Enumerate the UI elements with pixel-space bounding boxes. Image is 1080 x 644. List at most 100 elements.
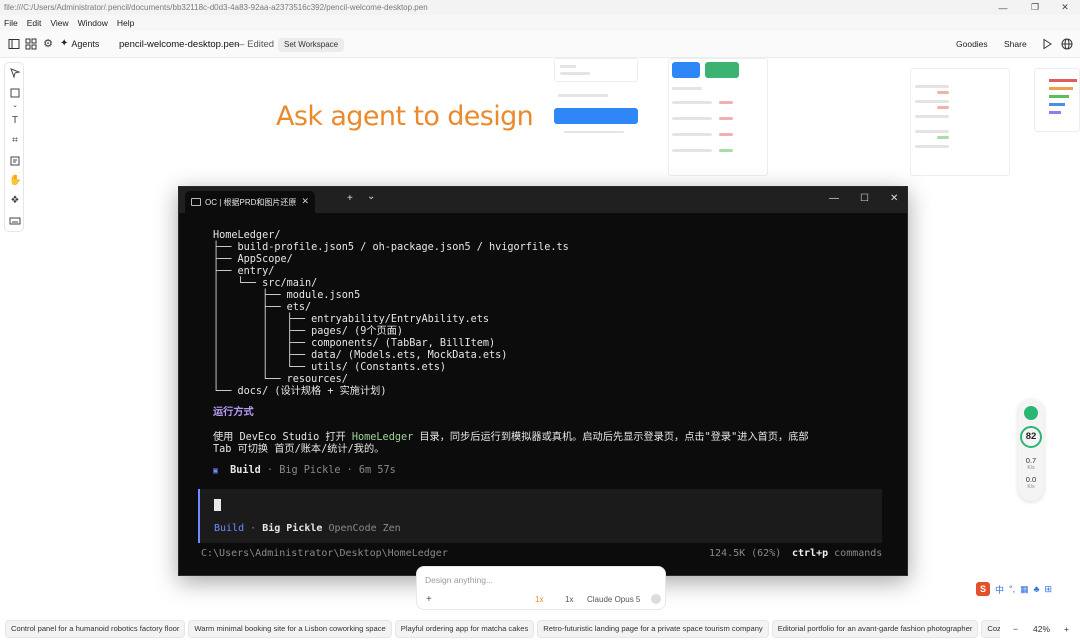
close-window-button[interactable]: ✕: [1050, 0, 1080, 15]
tree-line: └── docs/ (设计规格 + 实施计划): [213, 386, 387, 397]
zoom-in-button[interactable]: +: [1064, 624, 1069, 634]
ledger-row: [915, 130, 949, 133]
terminal-minimize-button[interactable]: —: [829, 193, 839, 204]
login-footer-line: [564, 131, 624, 133]
run-text-line-2: Tab 可切换 首页/账本/统计/我的。: [213, 444, 385, 455]
terminal-input-box[interactable]: Build · Big Pickle OpenCode Zen: [198, 489, 882, 543]
ime-keyboard-icon[interactable]: ▦: [1020, 584, 1029, 595]
stats-bar: [1049, 111, 1061, 114]
ledger-amount: [937, 106, 949, 109]
zoom-out-button[interactable]: −: [1013, 624, 1018, 634]
run-text-line-1: 使用 DevEco Studio 打开 HomeLedger 目录，同步后运行到…: [213, 432, 809, 444]
share-button[interactable]: Share: [1004, 39, 1027, 49]
menu-window[interactable]: Window: [74, 18, 113, 28]
suggestion-chip[interactable]: Playful ordering app for matcha cakes: [394, 620, 535, 638]
select-tool-icon[interactable]: [9, 67, 21, 79]
status-ball-icon: [1024, 406, 1038, 420]
terminal-tabbar: OC | 根据PRD和图片还原Home ✕ + ⌄ — ☐ ✕: [179, 187, 907, 213]
build-model: · Big Pickle · 6m 57s: [266, 465, 396, 476]
frame-tool-icon[interactable]: ⌗: [9, 135, 21, 147]
tree-line: │ │ ├── data/ (Models.ets, MockData.ets): [213, 350, 508, 361]
score-ring: 82: [1020, 426, 1042, 448]
home-section-title: [672, 87, 702, 90]
prompt-placeholder[interactable]: Design anything...: [425, 575, 493, 585]
system-monitor-widget[interactable]: 82 0.7 K/s 0.0 K/s: [1018, 399, 1044, 501]
rectangle-tool-icon[interactable]: [9, 87, 21, 99]
mode-provider: OpenCode Zen: [328, 523, 401, 534]
suggestion-chip[interactable]: Editorial portfolio for an avant-garde f…: [771, 620, 979, 638]
agents-button[interactable]: ✦ Agents: [60, 38, 99, 49]
tab-close-icon[interactable]: ✕: [301, 196, 309, 207]
tab-dropdown-button[interactable]: ⌄: [367, 191, 375, 202]
zoom-level[interactable]: 42%: [1033, 624, 1050, 634]
ime-menu-icon[interactable]: ⊞: [1045, 584, 1053, 595]
menu-view[interactable]: View: [46, 18, 73, 28]
login-artboard[interactable]: [552, 58, 642, 138]
login-field-card: [554, 58, 638, 82]
ime-skin-icon[interactable]: ♣: [1034, 584, 1040, 594]
tree-line: HomeLedger/: [213, 230, 281, 241]
home-amount: [719, 117, 733, 120]
terminal-tab[interactable]: OC | 根据PRD和图片还原Home ✕: [185, 191, 315, 213]
token-usage: 124.5K (62%): [709, 548, 782, 559]
ime-punctuation-toggle[interactable]: °,: [1009, 584, 1015, 594]
ledger-row: [915, 115, 949, 118]
minimize-button[interactable]: —: [988, 0, 1018, 15]
sidebar-toggle-icon[interactable]: [8, 38, 20, 50]
attach-button[interactable]: +: [426, 594, 432, 605]
ledger-amount: [937, 91, 949, 94]
menu-bar: File Edit View Window Help: [0, 15, 1080, 31]
ime-toolbar: S 中 °, ▦ ♣ ⊞: [976, 581, 1076, 597]
terminal-close-button[interactable]: ✕: [890, 193, 898, 204]
terminal-icon: [191, 198, 201, 206]
stats-artboard[interactable]: [1034, 68, 1080, 132]
home-artboard[interactable]: [668, 58, 768, 176]
component-tool-icon[interactable]: ❖: [9, 195, 21, 207]
ledger-row: [915, 100, 949, 103]
hand-tool-icon[interactable]: ✋: [9, 175, 21, 187]
speed-b[interactable]: 1x: [565, 595, 573, 604]
text-cursor: [214, 499, 221, 511]
settings-gear-icon[interactable]: ⚙: [42, 38, 54, 50]
build-status: ▣ Build · Big Pickle · 6m 57s: [213, 465, 396, 477]
ime-chinese-toggle[interactable]: 中: [995, 583, 1004, 596]
ledger-artboard[interactable]: [910, 68, 1010, 176]
keyboard-icon[interactable]: [9, 215, 21, 227]
mode-build[interactable]: Build: [214, 523, 244, 534]
text-tool-icon[interactable]: T: [9, 115, 21, 127]
prompt-controls: + 1x 1x Claude Opus 5: [417, 592, 665, 608]
set-workspace-button[interactable]: Set Workspace: [278, 38, 345, 52]
maximize-button[interactable]: ❐: [1020, 0, 1050, 15]
suggestion-chip[interactable]: Warm minimal booking site for a Lisbon c…: [188, 620, 392, 638]
suggestion-chip[interactable]: Retro-futuristic landing page for a priv…: [537, 620, 769, 638]
ime-logo-icon[interactable]: S: [976, 582, 990, 596]
tree-line: │ │ ├── components/ (TabBar, BillItem): [213, 338, 496, 349]
goodies-button[interactable]: Goodies: [956, 39, 988, 49]
stats-bar: [1049, 87, 1073, 90]
grid-icon[interactable]: [25, 38, 37, 50]
menu-help[interactable]: Help: [113, 18, 139, 28]
chevron-down-icon[interactable]: ⌄: [9, 100, 21, 112]
suggestion-chip[interactable]: Cozy: [981, 620, 1000, 638]
play-icon[interactable]: [1041, 38, 1053, 50]
terminal-window[interactable]: OC | 根据PRD和图片还原Home ✕ + ⌄ — ☐ ✕ HomeLedg…: [178, 186, 908, 576]
menu-edit[interactable]: Edit: [23, 18, 47, 28]
document-name: pencil-welcome-desktop.pen: [119, 39, 240, 50]
terminal-maximize-button[interactable]: ☐: [860, 193, 869, 204]
note-tool-icon[interactable]: [9, 155, 21, 167]
shortcut-key: ctrl+p: [792, 548, 829, 559]
speed-a[interactable]: 1x: [535, 595, 543, 604]
tree-line: │ └── resources/: [213, 374, 348, 385]
mode-model[interactable]: Big Pickle: [262, 523, 322, 534]
stats-bar: [1049, 95, 1069, 98]
suggestion-chip[interactable]: Control panel for a humanoid robotics fa…: [5, 620, 186, 638]
model-select[interactable]: Claude Opus 5: [587, 595, 640, 604]
globe-icon[interactable]: [1061, 38, 1073, 50]
menu-file[interactable]: File: [0, 18, 23, 28]
send-icon[interactable]: [651, 594, 661, 604]
download-unit: K/s: [1027, 484, 1035, 490]
home-mini-green-button: [705, 62, 739, 78]
download-speed: 0.0: [1025, 475, 1037, 484]
new-tab-button[interactable]: +: [347, 193, 353, 204]
design-prompt-box[interactable]: Design anything... + 1x 1x Claude Opus 5: [416, 566, 666, 610]
